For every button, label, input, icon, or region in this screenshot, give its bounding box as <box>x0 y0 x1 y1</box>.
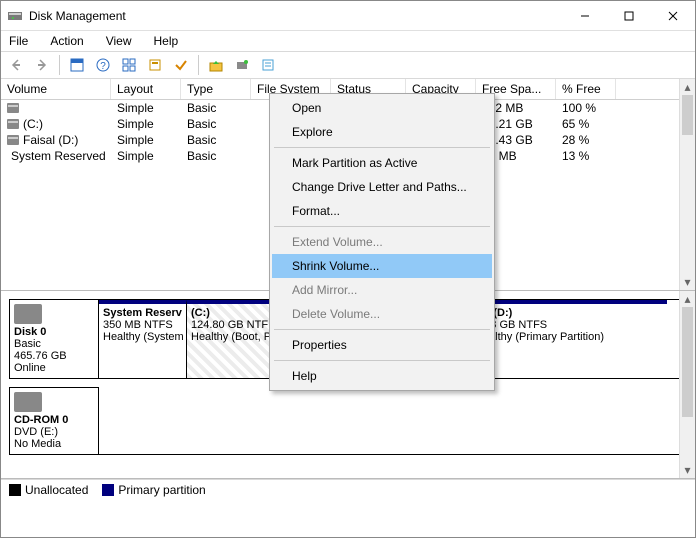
menu-item-add-mirror: Add Mirror... <box>272 278 492 302</box>
partition[interactable]: System Reserv350 MB NTFSHealthy (System <box>99 300 187 378</box>
menu-help[interactable]: Help <box>150 32 183 50</box>
toolbar-separator <box>59 55 60 75</box>
grid-icon[interactable] <box>118 54 140 76</box>
col-volume[interactable]: Volume <box>1 79 111 99</box>
maximize-button[interactable] <box>607 2 651 30</box>
close-button[interactable] <box>651 2 695 30</box>
menu-view[interactable]: View <box>102 32 136 50</box>
disk-icon <box>14 304 42 324</box>
menu-separator <box>274 360 490 361</box>
properties-icon[interactable] <box>257 54 279 76</box>
svg-text:?: ? <box>100 61 106 72</box>
check-icon[interactable] <box>170 54 192 76</box>
app-icon <box>7 8 23 24</box>
toolbar: ? <box>1 51 695 79</box>
volume-icon <box>7 103 19 113</box>
disk-action-icon[interactable] <box>231 54 253 76</box>
disk-info[interactable]: CD-ROM 0DVD (E:)No Media <box>9 387 99 455</box>
menu-item-delete-volume: Delete Volume... <box>272 302 492 326</box>
menu-item-format[interactable]: Format... <box>272 199 492 223</box>
scroll-thumb[interactable] <box>682 95 693 135</box>
menu-action[interactable]: Action <box>46 32 87 50</box>
menu-item-help[interactable]: Help <box>272 364 492 388</box>
vertical-scrollbar[interactable]: ▴ ▾ <box>679 291 695 478</box>
scroll-down-icon[interactable]: ▾ <box>680 462 695 478</box>
legend-bar: Unallocated Primary partition <box>1 479 695 499</box>
scroll-down-icon[interactable]: ▾ <box>680 274 695 290</box>
minimize-button[interactable] <box>563 2 607 30</box>
scroll-thumb[interactable] <box>682 307 693 417</box>
menu-item-properties[interactable]: Properties <box>272 333 492 357</box>
vertical-scrollbar[interactable]: ▴ ▾ <box>679 79 695 290</box>
menu-file[interactable]: File <box>5 32 32 50</box>
menu-item-change-drive-letter-and-paths[interactable]: Change Drive Letter and Paths... <box>272 175 492 199</box>
forward-button[interactable] <box>31 54 53 76</box>
disk-info[interactable]: Disk 0Basic465.76 GBOnline <box>9 299 99 379</box>
window-title: Disk Management <box>29 9 563 23</box>
scroll-up-icon[interactable]: ▴ <box>680 79 695 95</box>
volume-icon <box>7 119 19 129</box>
menu-separator <box>274 147 490 148</box>
back-button[interactable] <box>5 54 27 76</box>
menu-item-mark-partition-as-active[interactable]: Mark Partition as Active <box>272 151 492 175</box>
scroll-up-icon[interactable]: ▴ <box>680 291 695 307</box>
legend-primary: Primary partition <box>102 483 205 497</box>
menu-item-extend-volume: Extend Volume... <box>272 230 492 254</box>
menu-separator <box>274 329 490 330</box>
menu-bar: File Action View Help <box>1 31 695 51</box>
col-pctfree[interactable]: % Free <box>556 79 616 99</box>
window-titlebar: Disk Management <box>1 1 695 31</box>
view-top-icon[interactable] <box>66 54 88 76</box>
menu-item-open[interactable]: Open <box>272 96 492 120</box>
legend-unallocated: Unallocated <box>9 483 88 497</box>
folder-up-icon[interactable] <box>205 54 227 76</box>
menu-item-explore[interactable]: Explore <box>272 120 492 144</box>
col-type[interactable]: Type <box>181 79 251 99</box>
disk-row: CD-ROM 0DVD (E:)No Media <box>9 387 687 455</box>
disk-icon <box>14 392 42 412</box>
volume-icon <box>7 135 19 145</box>
context-menu: OpenExplore Mark Partition as ActiveChang… <box>269 93 495 391</box>
menu-item-shrink-volume[interactable]: Shrink Volume... <box>272 254 492 278</box>
col-layout[interactable]: Layout <box>111 79 181 99</box>
help-icon[interactable]: ? <box>92 54 114 76</box>
settings-icon[interactable] <box>144 54 166 76</box>
toolbar-separator <box>198 55 199 75</box>
partition-strip <box>99 387 687 455</box>
partition[interactable]: sal (D:)3.78 GB NTFSHealthy (Primary Par… <box>471 300 667 378</box>
menu-separator <box>274 226 490 227</box>
